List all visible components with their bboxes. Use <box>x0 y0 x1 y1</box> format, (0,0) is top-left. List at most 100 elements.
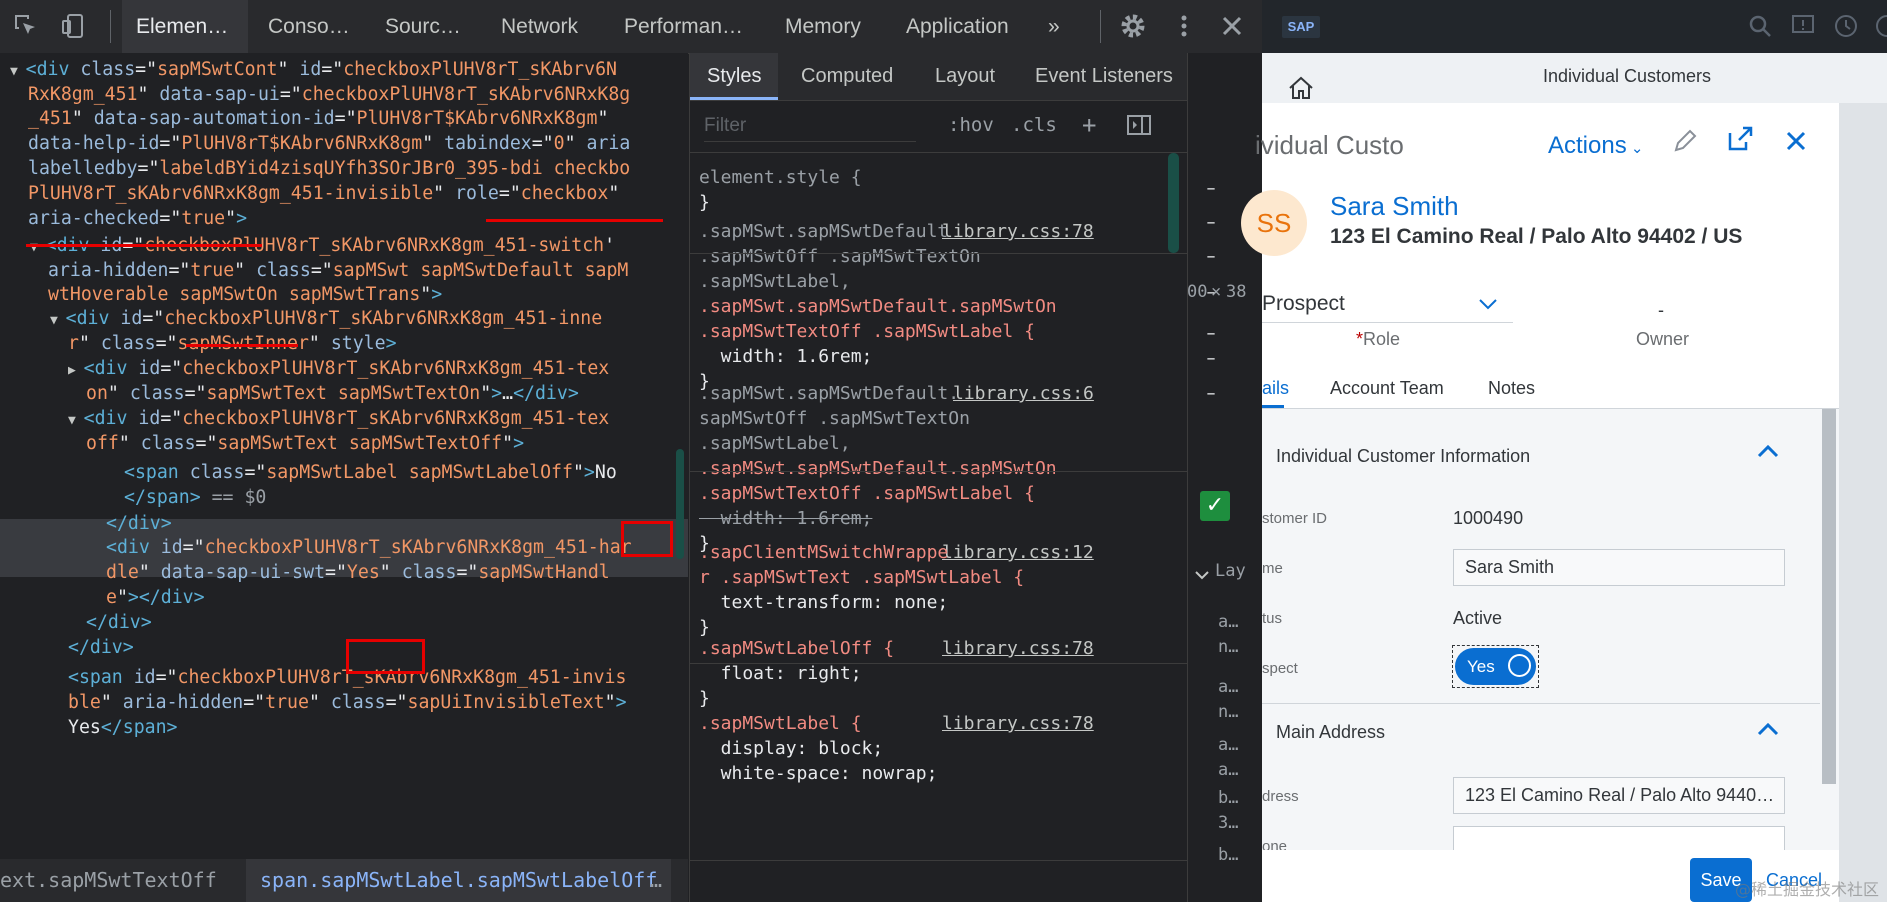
css-declaration[interactable]: white-space: nowrap; <box>699 761 938 786</box>
close-icon[interactable] <box>1785 129 1807 159</box>
expand-triangle-icon[interactable]: ▼ <box>50 313 66 328</box>
expand-triangle-icon[interactable]: ▼ <box>10 64 26 79</box>
collapse-chevron-icon[interactable] <box>1756 440 1780 465</box>
device-toolbar-icon[interactable] <box>60 12 88 40</box>
dom-tree-line[interactable]: aria-checked="true"> <box>28 204 247 233</box>
customer-name-link[interactable]: Sara Smith <box>1330 191 1459 222</box>
dom-tree-line[interactable]: </span> == $0 <box>124 483 266 512</box>
css-selector[interactable]: .sapMSwtOff .sapMSwtTextOn <box>699 244 981 269</box>
css-declaration[interactable]: width: 1.6rem; <box>699 344 873 369</box>
sidebar-toggle-icon[interactable] <box>1127 115 1151 139</box>
tab-memory[interactable]: Memory <box>785 0 875 53</box>
inspect-element-icon[interactable] <box>12 12 40 40</box>
breadcrumb-more[interactable]: … <box>650 859 662 902</box>
dom-tree-line[interactable]: </div> <box>68 633 134 662</box>
tab-elements[interactable]: Elemen… <box>122 0 248 53</box>
code-token: " <box>597 108 609 129</box>
tab-performance[interactable]: Performan… <box>624 0 744 53</box>
tab-layout[interactable]: Layout <box>935 53 995 100</box>
tab-account-team[interactable]: Account Team <box>1330 378 1444 399</box>
code-token: " <box>604 692 616 713</box>
tab-computed[interactable]: Computed <box>801 53 893 100</box>
filter-input[interactable]: Filter <box>704 111 916 142</box>
tab-network[interactable]: Network <box>501 0 583 53</box>
code-token: class <box>401 562 457 583</box>
elements-tree[interactable]: ▼ <div class="sapMSwtCont" id="checkboxP… <box>0 53 688 859</box>
expand-triangle-icon[interactable]: ▼ <box>68 413 84 428</box>
css-declaration[interactable]: display: block; <box>699 736 884 761</box>
tab-event-listeners[interactable]: Event Listeners <box>1035 53 1173 100</box>
user-icon[interactable] <box>1872 14 1887 44</box>
css-source-link[interactable]: library.css:12 <box>942 540 1094 565</box>
code-token: " <box>308 692 331 713</box>
code-token: r <box>68 333 79 354</box>
hover-state-button[interactable]: :hov <box>948 109 994 141</box>
tab-application[interactable]: Application <box>906 0 1016 53</box>
css-selector[interactable]: sapMSwtOff .sapMSwtTextOn <box>699 406 970 431</box>
gear-icon[interactable] <box>1119 12 1147 40</box>
expand-triangle-icon[interactable]: ▼ <box>30 240 46 255</box>
tab-details[interactable]: ails <box>1262 378 1289 399</box>
css-selector[interactable]: .sapMSwtLabel, <box>699 431 851 456</box>
kebab-menu-icon[interactable] <box>1170 12 1198 40</box>
css-selector[interactable]: .sapMSwt.sapMSwtDefault <box>699 219 948 244</box>
css-source-link[interactable]: library.css:78 <box>942 219 1094 244</box>
dom-tree-line[interactable]: off" class="sapMSwtText sapMSwtTextOff"> <box>86 429 524 458</box>
code-token: style <box>330 333 386 354</box>
name-field[interactable]: Sara Smith <box>1453 549 1785 586</box>
collapse-chevron-icon[interactable] <box>1756 718 1780 743</box>
checkbox-checked[interactable]: ✓ <box>1200 491 1230 521</box>
css-selector[interactable]: .sapMSwt.sapMSwtDefault. <box>699 381 959 406</box>
breadcrumb-item-current[interactable]: span.sapMSwtLabel.sapMSwtLabelOff <box>246 859 672 902</box>
breadcrumb-item[interactable]: ext.sapMSwtTextOff <box>0 859 217 902</box>
css-selector[interactable]: .sapMSwtLabel, <box>699 269 851 294</box>
expand-triangle-icon[interactable]: ▶ <box>68 363 84 378</box>
css-selector[interactable]: .sapMSwt.sapMSwtDefault.sapMSwtOn <box>699 294 1057 319</box>
chevron-down-icon[interactable] <box>1478 292 1498 316</box>
scrollbar-vertical[interactable] <box>676 449 684 559</box>
open-external-icon[interactable] <box>1726 125 1754 160</box>
css-source-link[interactable]: library.css:6 <box>953 381 1094 406</box>
class-toggle-button[interactable]: .cls <box>1011 109 1057 141</box>
css-declaration[interactable]: float: right; <box>699 661 862 686</box>
role-label: *Role <box>1356 329 1400 350</box>
code-token: =" <box>155 333 178 354</box>
chevron-down-icon[interactable] <box>1195 566 1209 585</box>
feedback-icon[interactable] <box>1791 14 1815 44</box>
tab-notes[interactable]: Notes <box>1488 378 1535 399</box>
layout-section-toggle[interactable]: Lay <box>1215 561 1246 581</box>
code-token: > <box>236 208 248 229</box>
switch-handle[interactable] <box>1508 654 1531 677</box>
css-declaration[interactable]: width: 1.6rem; <box>699 506 873 531</box>
tab-sources[interactable]: Sourc… <box>385 0 461 53</box>
scrollbar-vertical[interactable] <box>1168 153 1179 253</box>
more-tabs-button[interactable]: » <box>1048 0 1072 53</box>
search-icon[interactable] <box>1748 14 1772 44</box>
scrollbar-vertical[interactable] <box>1822 409 1836 784</box>
css-selector[interactable]: .sapMSwt.sapMSwtDefault.sapMSwtOn <box>699 456 1057 481</box>
edit-pencil-icon[interactable] <box>1672 128 1698 161</box>
close-icon[interactable] <box>1218 12 1246 40</box>
annotation-underline <box>486 219 663 222</box>
code-token: No <box>594 462 617 483</box>
clock-icon[interactable] <box>1834 14 1858 44</box>
css-declaration[interactable]: text-transform: none; <box>699 590 949 615</box>
actions-menu-button[interactable]: Actions ⌄ <box>1548 132 1643 160</box>
css-source-link[interactable]: library.css:78 <box>942 711 1094 736</box>
css-source-link[interactable]: library.css:78 <box>942 636 1094 661</box>
role-select[interactable]: Prospect <box>1262 292 1513 323</box>
dom-tree-line[interactable]: Yes</span> <box>68 713 178 742</box>
address-field[interactable]: 123 El Camino Real / Palo Alto 9440… <box>1453 777 1785 814</box>
css-selector[interactable]: .sapMSwtLabelOff { <box>699 636 894 661</box>
css-selector[interactable]: element.style { <box>699 165 862 190</box>
css-selector[interactable]: .sapMSwtTextOff .sapMSwtLabel { <box>699 481 1035 506</box>
css-selector[interactable]: r .sapMSwtText .sapMSwtLabel { <box>699 565 1024 590</box>
new-rule-button[interactable]: + <box>1082 109 1096 141</box>
chevron-down-icon: ⌄ <box>1626 140 1644 157</box>
css-selector[interactable]: .sapMSwtTextOff .sapMSwtLabel { <box>699 319 1035 344</box>
css-selector[interactable]: .sapMSwtLabel { <box>699 711 862 736</box>
tab-console[interactable]: Conso… <box>268 0 348 53</box>
tab-styles[interactable]: Styles <box>690 53 779 100</box>
box-model-dash: – <box>1206 383 1216 404</box>
css-selector[interactable]: .sapClientMSwitchWrappe <box>699 540 948 565</box>
